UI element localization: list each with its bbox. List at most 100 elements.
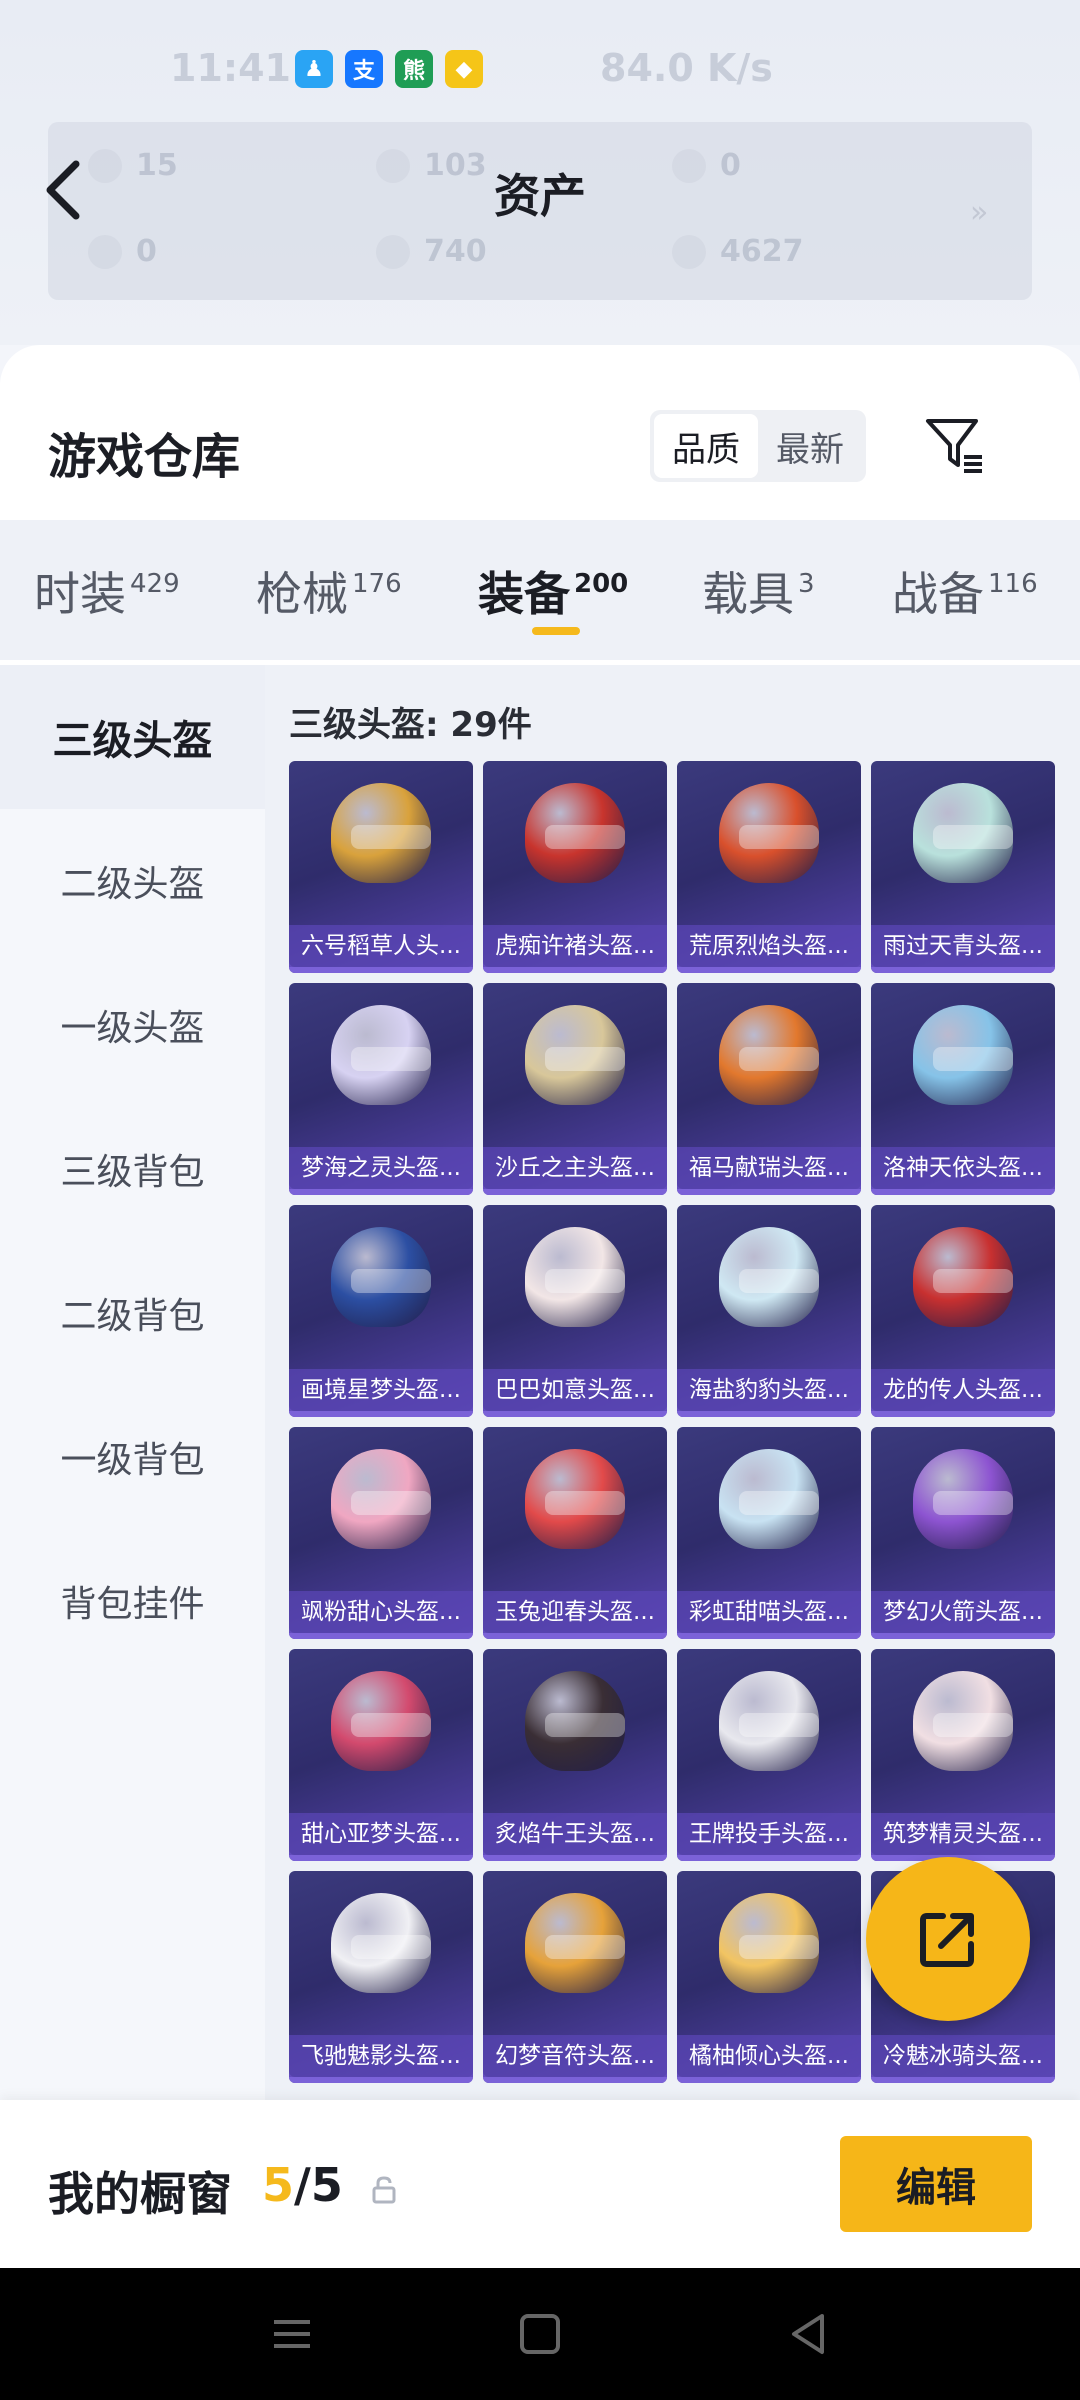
helmet-item-card[interactable]: 福马献瑞头盔...: [677, 983, 861, 1195]
helmet-visor: [545, 1269, 625, 1293]
coin-icon: [672, 234, 706, 269]
sidebar-item-level1-helmet[interactable]: 一级头盔: [0, 953, 265, 1097]
item-name: 六号稻草人头...: [289, 925, 473, 967]
helmet-item-card[interactable]: 玉兔迎春头盔...: [483, 1427, 667, 1639]
helmet-visor: [933, 1047, 1013, 1071]
helmet-item-card[interactable]: 飒粉甜心头盔...: [289, 1427, 473, 1639]
sidebar-item-level3-backpack[interactable]: 三级背包: [0, 1097, 265, 1241]
helmet-visor: [351, 1713, 431, 1737]
showcase-label: 我的橱窗: [48, 2167, 232, 2221]
edit-button[interactable]: 编辑: [840, 2136, 1032, 2232]
helmet-visor: [739, 1047, 819, 1071]
helmet-visor: [545, 1491, 625, 1515]
helmet-visor: [739, 1491, 819, 1515]
chevron-right-icon[interactable]: »: [970, 195, 988, 230]
tab-vehicles[interactable]: 载具 3: [702, 558, 815, 624]
qq-icon: ♟: [295, 50, 333, 88]
coin-icon: [376, 234, 410, 269]
item-name: 橘柚倾心头盔...: [677, 2035, 861, 2077]
helmet-item-card[interactable]: 幻梦音符头盔...: [483, 1871, 667, 2083]
tab-count: 176: [352, 569, 402, 599]
tab-label: 载具: [702, 567, 794, 621]
asset-item: 4627: [672, 234, 804, 269]
helmet-visor: [351, 1269, 431, 1293]
item-name: 王牌投手头盔...: [677, 1813, 861, 1855]
helmet-visor: [933, 1269, 1013, 1293]
back-icon[interactable]: [782, 2308, 834, 2360]
asset-value: 0: [136, 234, 157, 269]
helmet-item-card[interactable]: 炙焰牛王头盔...: [483, 1649, 667, 1861]
sidebar-item-level2-backpack[interactable]: 二级背包: [0, 1241, 265, 1385]
item-name: 沙丘之主头盔...: [483, 1147, 667, 1189]
helmet-item-card[interactable]: 梦幻火箭头盔...: [871, 1427, 1055, 1639]
asset-value: 4627: [720, 234, 804, 269]
tab-weapons[interactable]: 枪械 176: [256, 558, 402, 624]
sort-latest-button[interactable]: 最新: [758, 414, 862, 478]
sidebar-item-level1-backpack[interactable]: 一级背包: [0, 1385, 265, 1529]
item-name: 梦海之灵头盔...: [289, 1147, 473, 1189]
tab-equipment[interactable]: 装备 200: [478, 558, 628, 624]
helmet-visor: [739, 1269, 819, 1293]
home-icon[interactable]: [514, 2308, 566, 2360]
helmet-visor: [739, 825, 819, 849]
item-name: 炙焰牛王头盔...: [483, 1813, 667, 1855]
helmet-visor: [351, 1491, 431, 1515]
helmet-item-card[interactable]: 飞驰魅影头盔...: [289, 1871, 473, 2083]
category-tabs: 时装 429 枪械 176 装备 200 载具 3 战备 116: [0, 520, 1080, 660]
item-name: 虎痴许褚头盔...: [483, 925, 667, 967]
showcase-current: 5: [262, 2158, 295, 2212]
tab-count: 3: [798, 569, 815, 599]
item-name: 洛神天依头盔...: [871, 1147, 1055, 1189]
helmet-item-card[interactable]: 荒原烈焰头盔...: [677, 761, 861, 973]
page-title: 资产: [494, 169, 586, 223]
tab-fashion[interactable]: 时装 429: [34, 558, 180, 624]
tab-gear[interactable]: 战备 116: [892, 558, 1038, 624]
status-network-speed: 84.0 K/s: [600, 46, 773, 90]
share-button[interactable]: [866, 1857, 1030, 2021]
item-name: 福马献瑞头盔...: [677, 1147, 861, 1189]
alipay-icon: 支: [345, 50, 383, 88]
lock-icon: [372, 2176, 396, 2204]
item-name: 梦幻火箭头盔...: [871, 1591, 1055, 1633]
helmet-visor: [545, 1047, 625, 1071]
helmet-item-card[interactable]: 六号稻草人头...: [289, 761, 473, 973]
item-name: 彩虹甜喵头盔...: [677, 1591, 861, 1633]
grid-title: 三级头盔: 29件: [289, 705, 532, 745]
helmet-item-card[interactable]: 筑梦精灵头盔...: [871, 1649, 1055, 1861]
helmet-item-card[interactable]: 梦海之灵头盔...: [289, 983, 473, 1195]
item-name: 飒粉甜心头盔...: [289, 1591, 473, 1633]
helmet-item-card[interactable]: 王牌投手头盔...: [677, 1649, 861, 1861]
sort-quality-button[interactable]: 品质: [654, 414, 758, 478]
tab-label: 装备: [478, 567, 570, 621]
filter-icon[interactable]: [922, 413, 986, 477]
active-tab-indicator: [532, 627, 580, 635]
helmet-visor: [351, 1047, 431, 1071]
helmet-item-card[interactable]: 画境星梦头盔...: [289, 1205, 473, 1417]
helmet-item-card[interactable]: 巴巴如意头盔...: [483, 1205, 667, 1417]
helmet-visor: [545, 1935, 625, 1959]
helmet-item-card[interactable]: 洛神天依头盔...: [871, 983, 1055, 1195]
showcase-count: 5/5: [262, 2158, 343, 2212]
helmet-item-card[interactable]: 彩虹甜喵头盔...: [677, 1427, 861, 1639]
tab-count: 116: [988, 569, 1038, 599]
menu-icon[interactable]: [266, 2308, 318, 2360]
showcase-total: /5: [294, 2158, 343, 2212]
helmet-item-card[interactable]: 海盐豹豹头盔...: [677, 1205, 861, 1417]
helmet-item-card[interactable]: 雨过天青头盔...: [871, 761, 1055, 973]
sidebar-item-level2-helmet[interactable]: 二级头盔: [0, 809, 265, 953]
helmet-item-card[interactable]: 甜心亚梦头盔...: [289, 1649, 473, 1861]
item-name: 幻梦音符头盔...: [483, 2035, 667, 2077]
item-name: 海盐豹豹头盔...: [677, 1369, 861, 1411]
helmet-item-card[interactable]: 橘柚倾心头盔...: [677, 1871, 861, 2083]
sidebar-item-level3-helmet[interactable]: 三级头盔: [0, 665, 265, 809]
sidebar-item-backpack-pendant[interactable]: 背包挂件: [0, 1529, 265, 1673]
helmet-item-card[interactable]: 虎痴许褚头盔...: [483, 761, 667, 973]
warehouse-title: 游戏仓库: [48, 429, 241, 485]
helmet-item-card[interactable]: 沙丘之主头盔...: [483, 983, 667, 1195]
helmet-visor: [933, 825, 1013, 849]
tab-count: 429: [130, 569, 180, 599]
helmet-item-card[interactable]: 龙的传人头盔...: [871, 1205, 1055, 1417]
item-name: 玉兔迎春头盔...: [483, 1591, 667, 1633]
panda-app-icon: 熊: [395, 50, 433, 88]
asset-item: 740: [376, 234, 487, 269]
